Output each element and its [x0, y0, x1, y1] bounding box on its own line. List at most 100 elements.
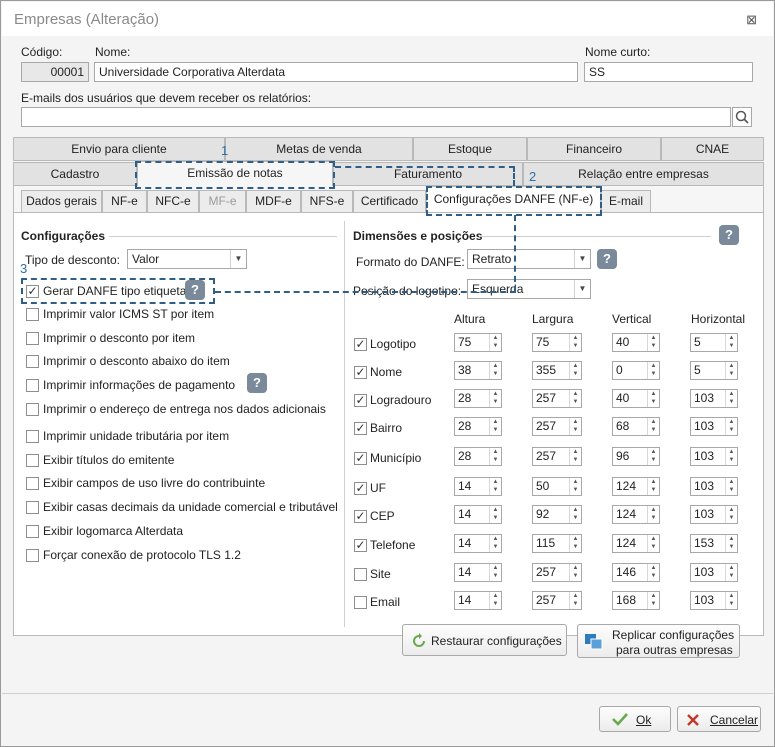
restore-button[interactable]: Restaurar configurações	[402, 624, 567, 656]
spin-input[interactable]: 257 ▲ ▼	[532, 389, 582, 408]
spin-input[interactable]: 28 ▲ ▼	[454, 389, 502, 408]
checkbox[interactable]	[26, 308, 39, 321]
spin-arrows-icon[interactable]: ▲ ▼	[489, 478, 501, 495]
spin-input[interactable]: 103 ▲ ▼	[690, 447, 738, 466]
spin-arrows-icon[interactable]: ▲ ▼	[569, 362, 581, 379]
checkbox[interactable]	[26, 501, 39, 514]
spin-input[interactable]: 96 ▲ ▼	[612, 447, 660, 466]
spin-input[interactable]: 0 ▲ ▼	[612, 361, 660, 380]
spin-input[interactable]: 92 ▲ ▼	[532, 505, 582, 524]
checkbox[interactable]: ✓	[354, 394, 367, 407]
subtab-dados-gerais[interactable]: Dados gerais	[21, 190, 102, 213]
chevron-down-icon[interactable]: ▼	[230, 250, 246, 268]
spin-arrows-icon[interactable]: ▲ ▼	[569, 418, 581, 435]
help-icon[interactable]: ?	[719, 225, 739, 245]
spin-arrows-icon[interactable]: ▲ ▼	[725, 564, 737, 581]
checkbox[interactable]	[26, 379, 39, 392]
spin-input[interactable]: 28 ▲ ▼	[454, 447, 502, 466]
spin-input[interactable]: 40 ▲ ▼	[612, 333, 660, 352]
subtab-nfe[interactable]: NF-e	[102, 190, 147, 213]
spin-arrows-icon[interactable]: ▲ ▼	[647, 334, 659, 351]
subtab-mfe[interactable]: MF-e	[199, 190, 246, 213]
spin-input[interactable]: 257 ▲ ▼	[532, 591, 582, 610]
spin-arrows-icon[interactable]: ▲ ▼	[725, 506, 737, 523]
posicao-select[interactable]: Esquerda ▼	[467, 279, 591, 299]
spin-input[interactable]: 50 ▲ ▼	[532, 477, 582, 496]
spin-arrows-icon[interactable]: ▲ ▼	[489, 334, 501, 351]
spin-arrows-icon[interactable]: ▲ ▼	[489, 564, 501, 581]
checkbox[interactable]: ✓	[354, 338, 367, 351]
nome-field[interactable]: Universidade Corporativa Alterdata	[94, 62, 578, 82]
checkbox[interactable]	[26, 403, 39, 416]
spin-arrows-icon[interactable]: ▲ ▼	[569, 390, 581, 407]
checkbox[interactable]: ✓	[354, 422, 367, 435]
spin-arrows-icon[interactable]: ▲ ▼	[647, 362, 659, 379]
spin-input[interactable]: 5 ▲ ▼	[690, 333, 738, 352]
spin-arrows-icon[interactable]: ▲ ▼	[725, 535, 737, 552]
checkbox[interactable]: ✓	[354, 482, 367, 495]
spin-input[interactable]: 68 ▲ ▼	[612, 417, 660, 436]
spin-input[interactable]: 75 ▲ ▼	[532, 333, 582, 352]
checkbox[interactable]: ✓	[354, 510, 367, 523]
spin-arrows-icon[interactable]: ▲ ▼	[725, 390, 737, 407]
spin-arrows-icon[interactable]: ▲ ▼	[569, 506, 581, 523]
spin-input[interactable]: 103 ▲ ▼	[690, 563, 738, 582]
subtab-nfce[interactable]: NFC-e	[147, 190, 199, 213]
spin-arrows-icon[interactable]: ▲ ▼	[725, 418, 737, 435]
spin-arrows-icon[interactable]: ▲ ▼	[569, 334, 581, 351]
spin-input[interactable]: 146 ▲ ▼	[612, 563, 660, 582]
spin-input[interactable]: 14 ▲ ▼	[454, 534, 502, 553]
spin-input[interactable]: 14 ▲ ▼	[454, 477, 502, 496]
spin-arrows-icon[interactable]: ▲ ▼	[725, 334, 737, 351]
spin-arrows-icon[interactable]: ▲ ▼	[489, 592, 501, 609]
spin-input[interactable]: 257 ▲ ▼	[532, 417, 582, 436]
spin-arrows-icon[interactable]: ▲ ▼	[647, 418, 659, 435]
spin-input[interactable]: 40 ▲ ▼	[612, 389, 660, 408]
checkbox[interactable]	[26, 355, 39, 368]
spin-input[interactable]: 124 ▲ ▼	[612, 477, 660, 496]
spin-input[interactable]: 14 ▲ ▼	[454, 563, 502, 582]
spin-input[interactable]: 103 ▲ ▼	[690, 591, 738, 610]
spin-arrows-icon[interactable]: ▲ ▼	[647, 535, 659, 552]
spin-arrows-icon[interactable]: ▲ ▼	[647, 506, 659, 523]
checkbox[interactable]	[354, 568, 367, 581]
spin-input[interactable]: 153 ▲ ▼	[690, 534, 738, 553]
spin-arrows-icon[interactable]: ▲ ▼	[725, 448, 737, 465]
spin-input[interactable]: 168 ▲ ▼	[612, 591, 660, 610]
spin-input[interactable]: 124 ▲ ▼	[612, 505, 660, 524]
spin-arrows-icon[interactable]: ▲ ▼	[569, 564, 581, 581]
checkbox[interactable]	[354, 596, 367, 609]
spin-arrows-icon[interactable]: ▲ ▼	[647, 592, 659, 609]
spin-arrows-icon[interactable]: ▲ ▼	[647, 448, 659, 465]
spin-arrows-icon[interactable]: ▲ ▼	[569, 478, 581, 495]
spin-arrows-icon[interactable]: ▲ ▼	[569, 535, 581, 552]
spin-input[interactable]: 14 ▲ ▼	[454, 505, 502, 524]
subtab-email[interactable]: E-mail	[601, 190, 651, 213]
emails-field[interactable]	[21, 107, 731, 127]
spin-arrows-icon[interactable]: ▲ ▼	[647, 390, 659, 407]
tipo-desconto-select[interactable]: Valor ▼	[127, 249, 247, 269]
checkbox[interactable]: ✓	[354, 452, 367, 465]
subtab-certificado[interactable]: Certificado	[353, 190, 426, 213]
help-icon[interactable]: ?	[597, 249, 617, 269]
spin-input[interactable]: 103 ▲ ▼	[690, 505, 738, 524]
tab-cnae[interactable]: CNAE	[661, 137, 764, 161]
close-icon[interactable]: ⊠	[746, 12, 757, 28]
checkbox[interactable]: ✓	[354, 539, 367, 552]
cancel-button[interactable]: Cancelar	[677, 706, 761, 732]
checkbox[interactable]	[26, 549, 39, 562]
spin-arrows-icon[interactable]: ▲ ▼	[569, 592, 581, 609]
checkbox[interactable]	[26, 332, 39, 345]
spin-arrows-icon[interactable]: ▲ ▼	[489, 362, 501, 379]
checkbox[interactable]	[26, 454, 39, 467]
subtab-mdfe[interactable]: MDF-e	[246, 190, 301, 213]
spin-input[interactable]: 257 ▲ ▼	[532, 447, 582, 466]
spin-input[interactable]: 257 ▲ ▼	[532, 563, 582, 582]
nome-curto-field[interactable]: SS	[584, 62, 753, 82]
tab-financeiro[interactable]: Financeiro	[527, 137, 661, 161]
formato-select[interactable]: Retrato ▼	[467, 249, 591, 269]
subtab-nfse[interactable]: NFS-e	[301, 190, 353, 213]
spin-arrows-icon[interactable]: ▲ ▼	[489, 535, 501, 552]
checkbox[interactable]	[26, 477, 39, 490]
chevron-down-icon[interactable]: ▼	[574, 280, 590, 298]
